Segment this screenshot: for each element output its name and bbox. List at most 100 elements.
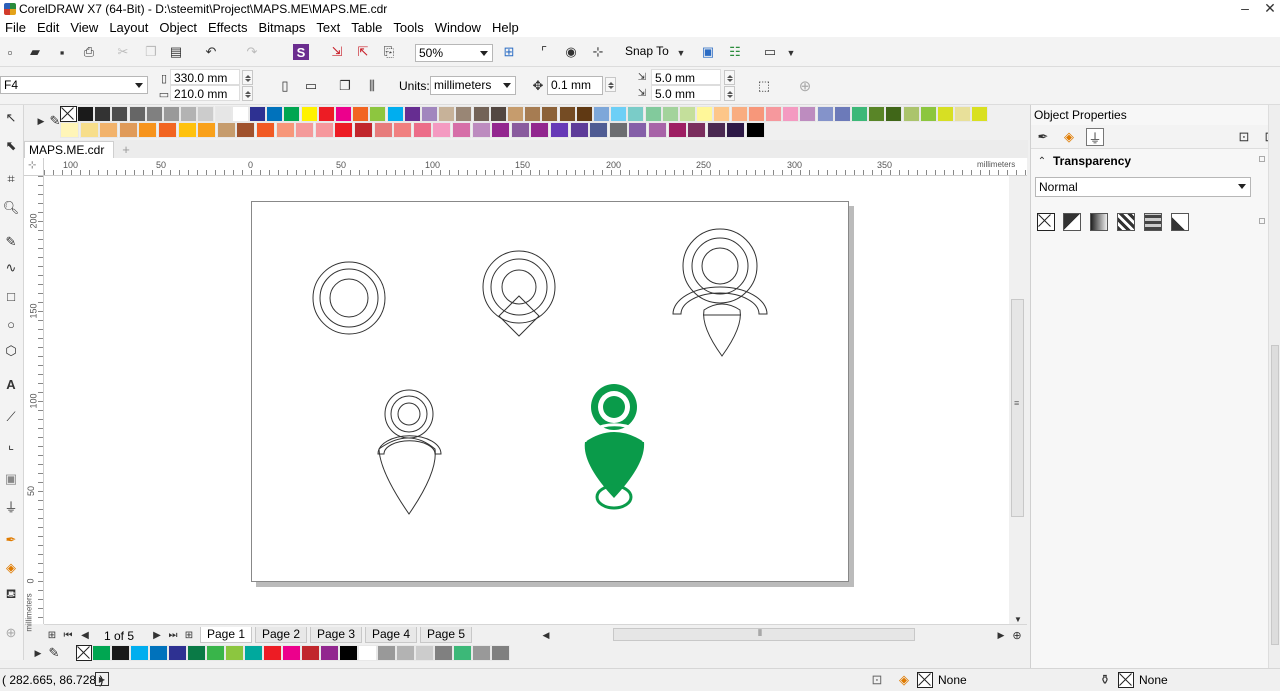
color-swatch[interactable] [644, 106, 662, 122]
zoom-to-page-icon[interactable]: ⊞ [501, 44, 517, 60]
docker-scroll-thumb[interactable] [1271, 345, 1279, 645]
color-swatch[interactable] [648, 122, 667, 138]
pick-tool-icon[interactable]: ↖ [3, 110, 19, 126]
color-swatch[interactable] [149, 645, 168, 661]
docker-pin-icon[interactable]: ⊡ [1236, 129, 1252, 145]
color-swatch[interactable] [396, 645, 415, 661]
application-launcher-icon[interactable]: ☷ [727, 44, 743, 60]
color-swatch[interactable] [455, 106, 473, 122]
color-swatch[interactable] [696, 106, 714, 122]
menu-file[interactable]: File [5, 20, 26, 35]
color-swatch[interactable] [283, 106, 301, 122]
color-swatch[interactable] [403, 106, 421, 122]
import-icon[interactable]: ⇲ [329, 44, 345, 60]
section-toggle[interactable] [1259, 156, 1265, 162]
color-swatch[interactable] [434, 645, 453, 661]
menu-bitmaps[interactable]: Bitmaps [258, 20, 305, 35]
menu-effects[interactable]: Effects [208, 20, 248, 35]
color-swatch[interactable] [851, 106, 868, 122]
export-icon[interactable]: ⇱ [355, 44, 371, 60]
new-document-icon[interactable]: ▫ [2, 44, 18, 60]
color-swatch[interactable] [358, 645, 377, 661]
color-swatch[interactable] [60, 122, 79, 138]
color-swatch[interactable] [558, 106, 576, 122]
color-swatch[interactable] [314, 122, 334, 138]
nudge-stepper[interactable] [605, 77, 616, 92]
vertical-scroll-thumb[interactable]: ≡ [1011, 299, 1024, 517]
menu-object[interactable]: Object [159, 20, 197, 35]
drawing-page[interactable] [251, 201, 849, 582]
color-swatch[interactable] [335, 106, 352, 122]
document-tab[interactable]: MAPS.ME.cdr [24, 141, 114, 158]
color-swatch[interactable] [679, 106, 696, 122]
page-width-field[interactable]: 330.0 mm [170, 69, 240, 85]
color-swatch[interactable] [954, 106, 972, 122]
current-page-icon[interactable]: ⫼ [364, 78, 380, 94]
color-swatch[interactable] [118, 122, 138, 138]
menu-layout[interactable]: Layout [109, 20, 148, 35]
shape-tool-icon[interactable]: ⬉ [3, 138, 19, 154]
color-swatch[interactable] [937, 106, 954, 122]
color-swatch[interactable] [472, 645, 491, 661]
color-swatch[interactable] [885, 106, 903, 122]
page-height-field[interactable]: 210.0 mm [170, 85, 240, 101]
dup-y-stepper[interactable] [724, 86, 735, 101]
menu-help[interactable]: Help [492, 20, 519, 35]
transparency-tab-icon[interactable]: ⏚ [1086, 128, 1104, 146]
print-icon[interactable]: ⎙ [81, 44, 97, 60]
show-guidelines-icon[interactable]: ⊹ [590, 44, 606, 60]
color-swatch[interactable] [713, 106, 731, 122]
vertical-ruler[interactable]: 200 150 100 50 0 millimeters [24, 176, 44, 632]
drop-shadow-tool-icon[interactable]: ▣ [3, 471, 19, 487]
publish-pdf-icon[interactable]: ⎘ [381, 44, 397, 60]
color-swatch[interactable] [593, 106, 610, 122]
copy-icon[interactable]: ❐ [143, 44, 159, 60]
color-swatch[interactable] [369, 106, 387, 122]
color-swatch[interactable] [163, 106, 180, 122]
color-swatch[interactable] [782, 106, 800, 122]
color-swatch[interactable] [300, 106, 318, 122]
color-swatch[interactable] [352, 106, 370, 122]
nudge-distance-field[interactable]: 0.1 mm [547, 76, 603, 95]
fountain-transparency-icon[interactable] [1090, 213, 1108, 231]
color-swatch[interactable] [99, 122, 119, 138]
color-swatch[interactable] [111, 106, 129, 122]
outline-pen-tab-icon[interactable]: ✒ [1035, 129, 1051, 145]
doc-palette-menu-icon[interactable]: ▶ [30, 645, 46, 661]
page-tab-1[interactable]: Page 1 [200, 627, 253, 643]
rectangle-tool-icon[interactable]: □ [3, 288, 19, 304]
bitmap-pattern-transparency-icon[interactable] [1144, 213, 1162, 231]
color-swatch[interactable] [507, 106, 524, 122]
color-swatch[interactable] [79, 122, 99, 138]
color-swatch[interactable] [94, 106, 112, 122]
color-swatch[interactable] [92, 645, 111, 661]
color-swatch[interactable] [687, 122, 707, 138]
color-swatch[interactable] [919, 106, 937, 122]
color-swatch[interactable] [168, 645, 187, 661]
show-grid-icon[interactable]: ◉ [563, 44, 579, 60]
parallel-dimension-tool-icon[interactable]: ⟋ [3, 409, 19, 425]
color-swatch[interactable] [197, 106, 215, 122]
maps-me-green-icon[interactable] [583, 384, 646, 510]
color-eyedropper-tool-icon[interactable]: ✒ [3, 532, 19, 548]
color-swatch[interactable] [816, 106, 834, 122]
color-swatch[interactable] [145, 106, 163, 122]
color-swatch[interactable] [421, 106, 438, 122]
circle-symbol-shape[interactable] [312, 261, 386, 335]
color-swatch[interactable] [868, 106, 886, 122]
color-swatch[interactable] [128, 106, 146, 122]
welcome-screen-icon[interactable]: ▭ [762, 44, 778, 60]
color-swatch[interactable] [244, 645, 263, 661]
color-proof-icon[interactable]: ⊡ [869, 672, 885, 688]
next-page-icon[interactable]: ▶ [149, 627, 165, 643]
color-swatch[interactable] [589, 122, 609, 138]
color-swatch[interactable] [491, 122, 511, 138]
color-swatch[interactable] [432, 122, 452, 138]
color-swatch[interactable] [214, 106, 232, 122]
ellipse-tool-icon[interactable]: ○ [3, 316, 19, 332]
docker-scrollbar[interactable] [1268, 105, 1280, 668]
doc-palette-eyedropper-icon[interactable]: ✎ [46, 645, 62, 661]
landscape-icon[interactable]: ▭ [303, 78, 319, 94]
color-swatch[interactable] [393, 122, 413, 138]
color-swatch[interactable] [177, 122, 197, 138]
